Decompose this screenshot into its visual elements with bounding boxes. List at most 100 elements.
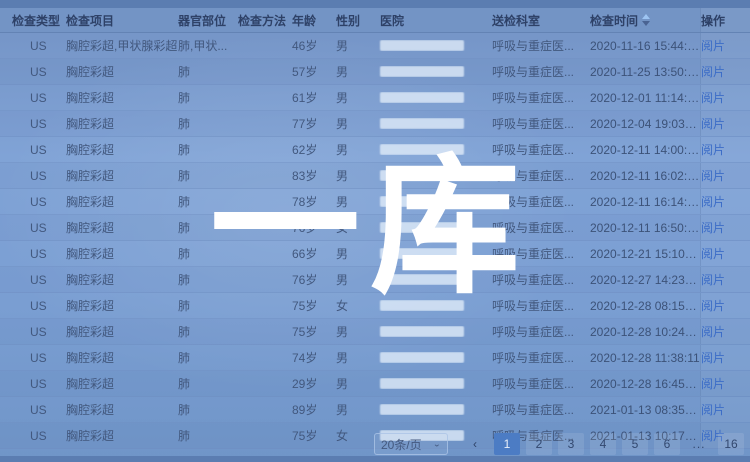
cell-gender: 男	[336, 401, 376, 418]
cell-action: 阅片	[700, 371, 750, 396]
cell-age: 83岁	[292, 167, 336, 184]
cell-organ: 肺	[178, 349, 238, 366]
cell-hospital	[376, 300, 492, 311]
cell-action: 阅片	[700, 33, 750, 58]
cell-organ: 肺	[178, 89, 238, 106]
cell-gender: 男	[336, 89, 376, 106]
column-header-action: 操作	[700, 8, 750, 32]
exam-table: 检查类型检查项目器官部位检查方法年龄性别医院送检科室检查时间操作 US胸腔彩超,…	[0, 8, 750, 449]
column-header-label: 器官部位	[178, 12, 226, 29]
page-button-3[interactable]: 3	[558, 433, 584, 455]
view-images-link[interactable]: 阅片	[701, 37, 725, 54]
cell-item: 胸腔彩超	[62, 245, 178, 262]
table-row: US胸腔彩超,甲状腺彩超肺,甲状...46岁男呼吸与重症医...2020-11-…	[0, 33, 750, 59]
cell-hospital	[376, 92, 492, 103]
redacted-hospital-value	[380, 352, 464, 363]
cell-hospital	[376, 66, 492, 77]
view-images-link[interactable]: 阅片	[701, 89, 725, 106]
cell-organ: 肺	[178, 323, 238, 340]
cell-hospital	[376, 40, 492, 51]
view-images-link[interactable]: 阅片	[701, 349, 725, 366]
cell-dept: 呼吸与重症医...	[492, 349, 590, 366]
cell-dept: 呼吸与重症医...	[492, 297, 590, 314]
cell-age: 61岁	[292, 89, 336, 106]
redacted-hospital-value	[380, 196, 464, 207]
column-header-time[interactable]: 检查时间	[590, 12, 700, 29]
table-row: US胸腔彩超肺57岁男呼吸与重症医...2020-11-25 13:50:01阅…	[0, 59, 750, 85]
redacted-hospital-value	[380, 378, 464, 389]
view-images-link[interactable]: 阅片	[701, 167, 725, 184]
cell-item: 胸腔彩超,甲状腺彩超	[62, 37, 178, 54]
cell-organ: 肺	[178, 141, 238, 158]
cell-dept: 呼吸与重症医...	[492, 219, 590, 236]
sort-desc-caret-icon[interactable]	[642, 21, 650, 26]
cell-age: 62岁	[292, 141, 336, 158]
view-images-link[interactable]: 阅片	[701, 245, 725, 262]
cell-gender: 男	[336, 63, 376, 80]
page-button-6[interactable]: 6	[654, 433, 680, 455]
table-row: US胸腔彩超肺29岁男呼吸与重症医...2020-12-28 16:45:18阅…	[0, 371, 750, 397]
view-images-link[interactable]: 阅片	[701, 375, 725, 392]
cell-age: 75岁	[292, 323, 336, 340]
cell-gender: 男	[336, 245, 376, 262]
view-images-link[interactable]: 阅片	[701, 219, 725, 236]
sort-asc-caret-icon[interactable]	[642, 14, 650, 19]
cell-dept: 呼吸与重症医...	[492, 401, 590, 418]
page-button-16[interactable]: 16	[718, 433, 744, 455]
table-row: US胸腔彩超肺75岁男呼吸与重症医...2020-12-28 10:24:30阅…	[0, 319, 750, 345]
view-images-link[interactable]: 阅片	[701, 401, 725, 418]
column-header-label: 操作	[701, 12, 725, 29]
column-header-label: 送检科室	[492, 12, 540, 29]
cell-dept: 呼吸与重症医...	[492, 245, 590, 262]
page-button-1[interactable]: 1	[494, 433, 520, 455]
page-size-select[interactable]: 20条/页 ⌄	[374, 433, 448, 455]
view-images-link[interactable]: 阅片	[701, 141, 725, 158]
cell-hospital	[376, 170, 492, 181]
more-pages-button[interactable]: ...	[686, 433, 712, 455]
cell-type: US	[0, 91, 62, 105]
cell-gender: 男	[336, 193, 376, 210]
cell-age: 76岁	[292, 271, 336, 288]
cell-age: 57岁	[292, 63, 336, 80]
cell-hospital	[376, 196, 492, 207]
cell-item: 胸腔彩超	[62, 297, 178, 314]
view-images-link[interactable]: 阅片	[701, 193, 725, 210]
cell-age: 89岁	[292, 401, 336, 418]
column-header-dept: 送检科室	[492, 12, 590, 29]
cell-time: 2020-12-28 08:15:51	[590, 299, 700, 313]
cell-organ: 肺	[178, 193, 238, 210]
cell-organ: 肺	[178, 297, 238, 314]
column-header-age: 年龄	[292, 12, 336, 29]
prev-page-button[interactable]: ‹	[462, 433, 488, 455]
view-images-link[interactable]: 阅片	[701, 63, 725, 80]
cell-hospital	[376, 144, 492, 155]
table-row: US胸腔彩超肺89岁男呼吸与重症医...2021-01-13 08:35:05阅…	[0, 397, 750, 423]
view-images-link[interactable]: 阅片	[701, 271, 725, 288]
view-images-link[interactable]: 阅片	[701, 115, 725, 132]
cell-type: US	[0, 221, 62, 235]
column-header-method: 检查方法	[238, 12, 292, 29]
cell-dept: 呼吸与重症医...	[492, 271, 590, 288]
page-button-4[interactable]: 4	[590, 433, 616, 455]
cell-gender: 男	[336, 141, 376, 158]
cell-gender: 男	[336, 115, 376, 132]
redacted-hospital-value	[380, 274, 464, 285]
cell-time: 2020-12-28 11:38:11	[590, 351, 700, 365]
cell-type: US	[0, 403, 62, 417]
cell-age: 78岁	[292, 193, 336, 210]
page-button-2[interactable]: 2	[526, 433, 552, 455]
page-button-5[interactable]: 5	[622, 433, 648, 455]
bottom-edge-strip	[0, 456, 750, 462]
cell-type: US	[0, 117, 62, 131]
view-images-link[interactable]: 阅片	[701, 323, 725, 340]
cell-organ: 肺	[178, 401, 238, 418]
cell-organ: 肺	[178, 375, 238, 392]
cell-age: 29岁	[292, 375, 336, 392]
view-images-link[interactable]: 阅片	[701, 297, 725, 314]
cell-organ: 肺	[178, 219, 238, 236]
cell-gender: 男	[336, 375, 376, 392]
cell-gender: 女	[336, 297, 376, 314]
cell-type: US	[0, 299, 62, 313]
sort-carets-icon[interactable]	[642, 14, 650, 26]
table-row: US胸腔彩超肺77岁男呼吸与重症医...2020-12-04 19:03:24阅…	[0, 111, 750, 137]
